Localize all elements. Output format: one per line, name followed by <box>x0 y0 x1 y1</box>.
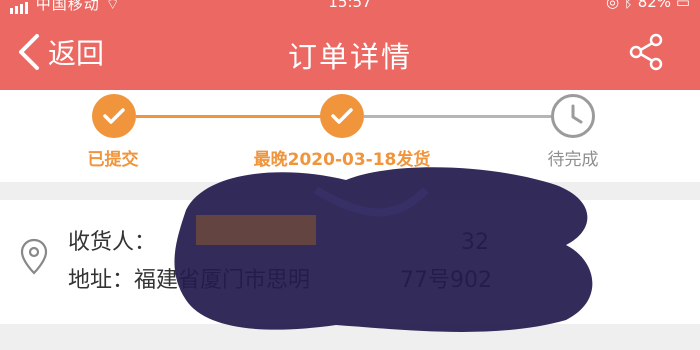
recipient-label: 收货人： <box>68 230 157 255</box>
section-divider <box>0 182 700 200</box>
step-label-submitted: 已提交 <box>87 150 139 170</box>
step-submitted-check-icon <box>92 94 136 138</box>
order-progress: 已提交 最晚2020-03-18发货 待完成 <box>0 90 700 182</box>
shipping-address-card[interactable]: 收货人： 32 地址：福建省厦门市思明 77号902 <box>0 200 700 324</box>
share-button[interactable] <box>626 32 666 72</box>
battery-icon: ▭ <box>675 0 690 11</box>
address-line: 地址：福建省厦门市思明 77号902 <box>68 262 492 294</box>
step-pending-clock-icon <box>551 94 595 138</box>
battery-percentage: 82% <box>637 0 672 11</box>
address-text-end: 77号902 <box>400 268 493 293</box>
status-bar-right: ◎ ᛒ 82% ▭ <box>606 0 690 11</box>
bluetooth-icon: ᛒ <box>623 0 633 11</box>
step-ship-deadline-check-icon <box>320 94 364 138</box>
address-label: 地址： <box>68 268 135 293</box>
recipient-line: 收货人： 32 <box>68 224 489 256</box>
section-divider-bottom <box>0 324 700 350</box>
address-text-start: 福建省厦门市思明 <box>134 268 311 293</box>
page-title: 订单详情 <box>287 40 412 74</box>
share-icon <box>629 33 663 71</box>
step-label-pending: 待完成 <box>547 150 599 170</box>
progress-line-2 <box>364 115 552 118</box>
status-time: 15:57 <box>328 0 372 11</box>
nav-bar: 返回 订单详情 <box>0 14 700 90</box>
recipient-phone-tail: 32 <box>461 230 490 255</box>
status-bar: 中国移动 ⌔ 15:57 ◎ ᛒ 82% ▭ <box>0 0 700 14</box>
location-pin-icon <box>20 238 48 275</box>
progress-line-1 <box>136 115 321 118</box>
alarm-icon: ◎ <box>606 0 620 11</box>
step-label-ship-deadline: 最晚2020-03-18发货 <box>253 150 431 170</box>
